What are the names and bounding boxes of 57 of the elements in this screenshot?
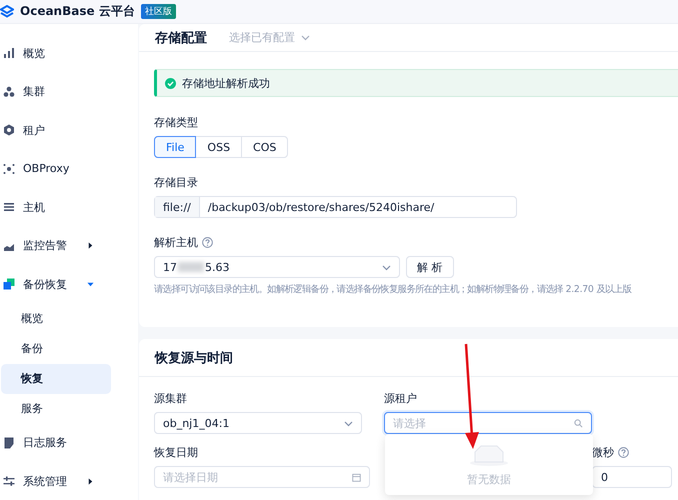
sidebar-item[interactable]: 监控告警 (0, 226, 138, 265)
dots-icon (3, 162, 15, 175)
url-prefix: file:// (155, 197, 200, 217)
sidebar-item[interactable]: 集群 (0, 72, 138, 111)
edition-badge: 社区版 (140, 4, 176, 19)
chevron-down-icon (344, 418, 353, 428)
sidebar-item[interactable]: 租户 (0, 111, 138, 150)
help-icon (618, 447, 629, 458)
field-label: 源租户 (384, 391, 417, 406)
sidebar-item[interactable]: 备份恢复 (0, 265, 138, 304)
sidebar-item[interactable]: 概览 (0, 34, 138, 72)
storage-type-option[interactable]: OSS (195, 136, 242, 158)
sidebar-item[interactable]: 系统管理 (0, 462, 138, 500)
sidebar-subitem[interactable]: 备份 (1, 334, 111, 364)
sidebar-item[interactable]: 日志服务 (0, 424, 138, 462)
check-circle-icon (165, 78, 176, 88)
storage-type-option[interactable]: File (154, 136, 196, 158)
card-title: 存储配置 (155, 30, 207, 46)
host-value: 17 (163, 260, 177, 274)
help-icon (202, 237, 213, 248)
stacked-squares-icon (3, 278, 15, 290)
cluster-icon (3, 86, 15, 98)
sidebar-item[interactable]: OBProxy (0, 150, 138, 188)
empty-box-icon (469, 444, 509, 466)
alert-message: 存储地址解析成功 (182, 76, 270, 90)
directory-field[interactable]: file:// /backup03/ob/restore/shares/5240ishare/ (154, 196, 517, 218)
hexagon-icon (3, 124, 15, 136)
chevron-down-icon (301, 33, 310, 42)
host-value: 5.63 (205, 260, 230, 274)
card-title: 恢复源与时间 (155, 350, 233, 366)
product-name: OceanBase 云平台 (20, 3, 135, 20)
sidebar-subitem[interactable]: 概览 (1, 304, 111, 334)
help-text: 请选择可访问该目录的主机。如解析逻辑备份，请选择备份恢复服务所在的主机；如解析物理备份，请选择 2.2.70 及以上版 (154, 283, 632, 297)
chevron-down-icon (382, 262, 391, 272)
host-select[interactable]: 17 5.63 (154, 256, 400, 278)
cluster-select[interactable]: ob_nj1_04:1 (154, 412, 362, 434)
empty-message: 暂无数据 (467, 472, 511, 487)
logo-icon (0, 4, 14, 18)
blurred-area (178, 262, 204, 272)
directory-value: /backup03/ob/restore/shares/5240ishare/ (206, 200, 434, 216)
storage-type-option[interactable]: COS (241, 136, 288, 158)
sliders-icon (3, 475, 15, 488)
bar-chart-icon (3, 47, 15, 60)
list-icon (3, 201, 15, 214)
field-label: 微秒 (592, 445, 614, 460)
parse-button[interactable]: 解 析 (406, 256, 454, 278)
field-label: 恢复日期 (154, 445, 198, 460)
search-icon (574, 418, 583, 428)
field-label: 解析主机 (154, 235, 198, 250)
calendar-icon (352, 472, 361, 482)
sidebar-subitem[interactable]: 服务 (1, 394, 111, 424)
field-label: 源集群 (154, 391, 187, 406)
field-label: 存储目录 (154, 175, 199, 190)
field-label: 存储类型 (154, 115, 199, 130)
sidebar-item[interactable]: 主机 (0, 188, 138, 226)
document-icon (3, 436, 15, 449)
sidebar-subitem[interactable]: 恢复 (1, 364, 111, 394)
